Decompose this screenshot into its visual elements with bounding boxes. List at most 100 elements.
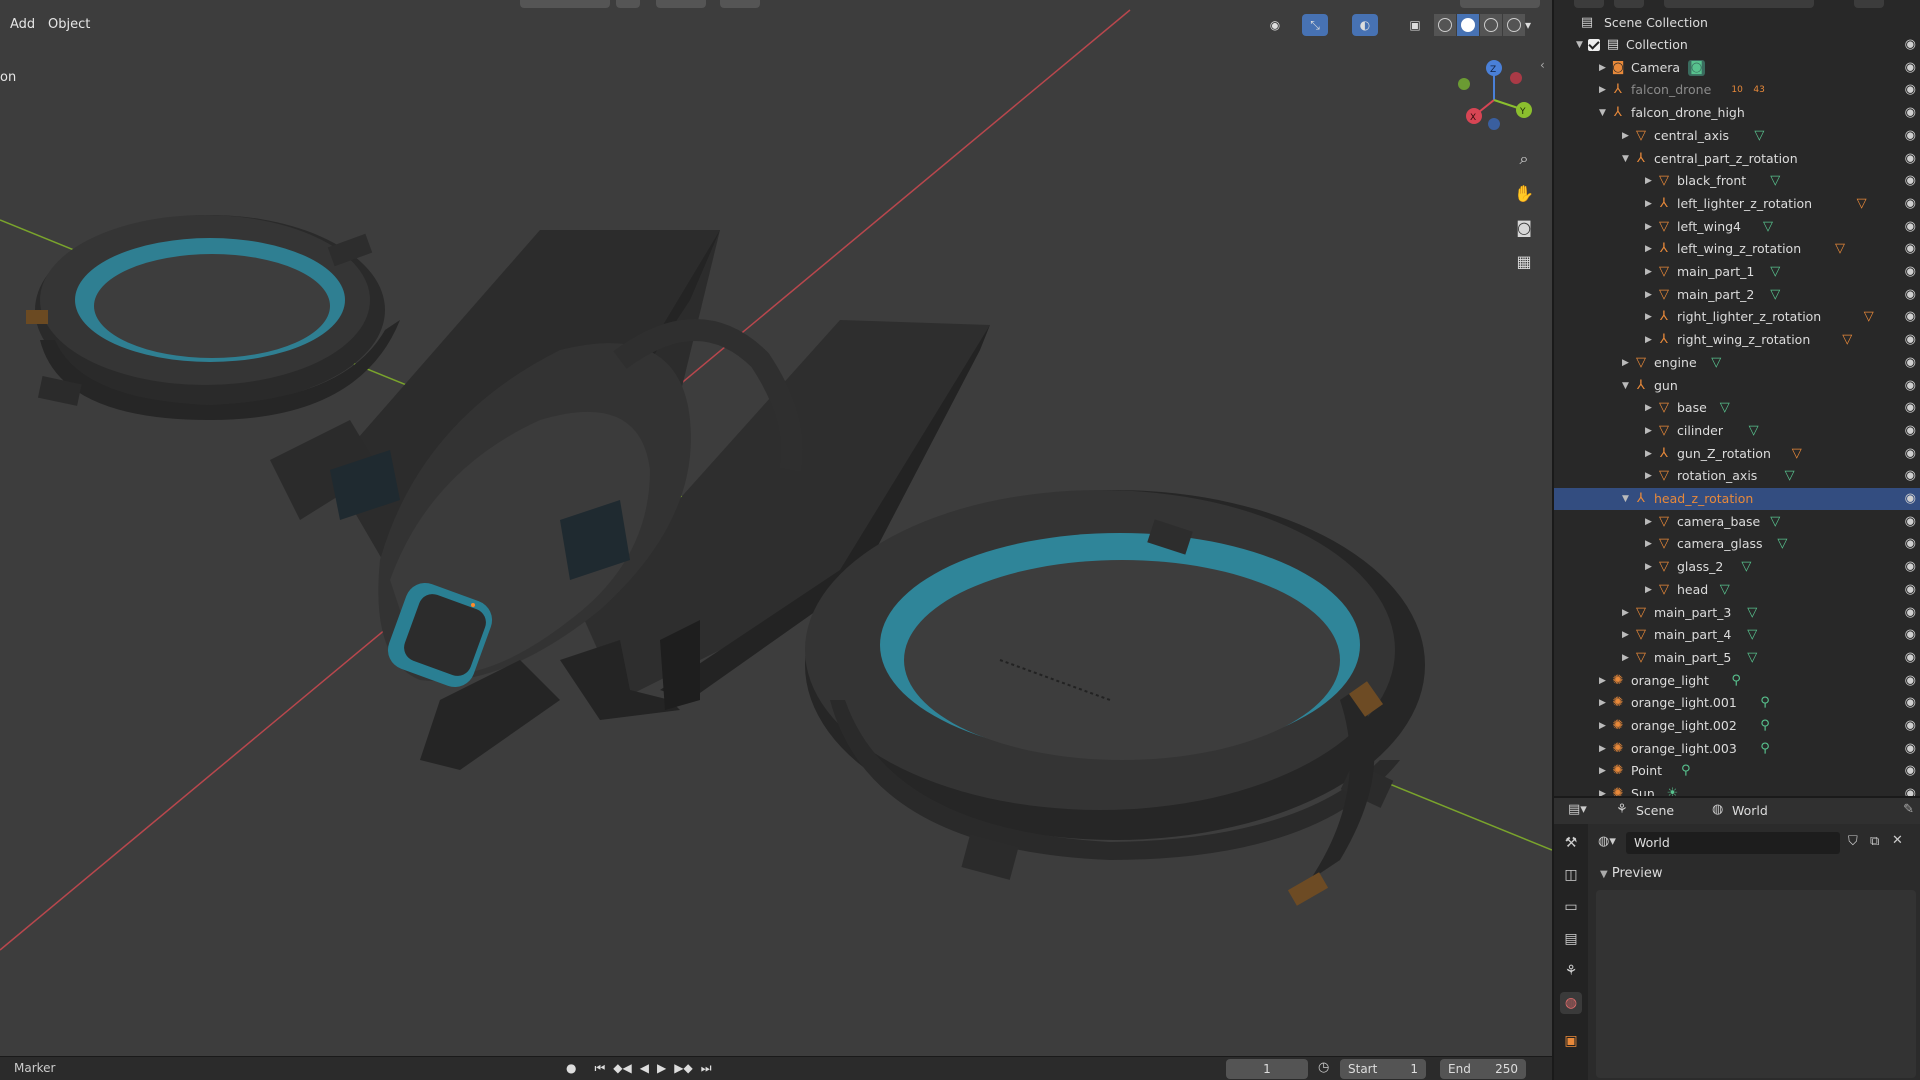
visibility-icon[interactable]: ◉ [1262,14,1288,36]
light-data-icon[interactable]: ☀ [1667,786,1679,796]
outliner-item-camera-glass[interactable]: ▶ ▽ camera_glass ▽ ◉ [1554,533,1920,555]
chevron-down-icon[interactable]: ▼ [1576,34,1586,56]
eye-visibility-icon[interactable]: ◉ [1905,465,1916,487]
light-data-icon[interactable]: ⚲ [1760,695,1770,711]
mesh-data-icon[interactable]: ▽ [1770,173,1780,189]
outliner-item-central-part-z-rotation[interactable]: ▼ ⅄ central_part_z_rotation ◉ [1554,148,1920,170]
camera-view-icon[interactable]: ◙ [1509,212,1539,242]
child-mesh-icon[interactable]: ▽ [1864,309,1874,325]
chevron-right-icon[interactable]: ▶ [1599,738,1609,760]
mesh-data-icon[interactable]: ▽ [1747,605,1757,621]
gizmo-toggle-icon[interactable]: ⤡ [1302,14,1328,36]
menu-add[interactable]: Add [4,14,41,36]
viewport-scene[interactable]: Z X Y [0,0,1552,1056]
pin-icon[interactable]: ✎ [1903,802,1914,817]
scene-properties-tab-icon[interactable]: ⚘ [1560,960,1582,982]
menu-object[interactable]: Object [42,14,96,36]
outliner-item-falcon-drone[interactable]: ▶ ⅄ falcon_drone 10 43 ◉ [1554,79,1920,101]
pivot-dropdown[interactable] [616,0,640,8]
object-tab-icon[interactable]: ▣ [1560,1030,1582,1052]
eye-visibility-icon[interactable]: ◉ [1905,352,1916,374]
eye-visibility-icon[interactable]: ◉ [1905,284,1916,306]
outliner-item-central-axis[interactable]: ▶ ▽ central_axis ▽ ◉ [1554,125,1920,147]
mesh-data-icon[interactable]: ▽ [1770,287,1780,303]
eye-visibility-icon[interactable]: ◉ [1905,102,1916,124]
eye-visibility-icon[interactable]: ◉ [1905,148,1916,170]
light-data-icon[interactable]: ⚲ [1681,763,1691,779]
world-tab[interactable]: World [1732,803,1768,818]
eye-visibility-icon[interactable]: ◉ [1905,533,1916,555]
zoom-icon[interactable]: ⌕ [1509,144,1539,174]
chevron-right-icon[interactable]: ▶ [1622,125,1632,147]
mesh-data-icon[interactable]: ▽ [1720,582,1730,598]
render-tab-icon[interactable]: ◫ [1560,864,1582,886]
outliner-item-cilinder[interactable]: ▶ ▽ cilinder ▽ ◉ [1554,420,1920,442]
outliner-item-main-part-1[interactable]: ▶ ▽ main_part_1 ▽ ◉ [1554,261,1920,283]
eye-visibility-icon[interactable]: ◉ [1905,34,1916,56]
chevron-down-icon[interactable]: ▼ [1622,375,1632,397]
light-data-icon[interactable]: ⚲ [1760,741,1770,757]
world-browse-icon[interactable]: ◍▾ [1598,834,1616,849]
chevron-right-icon[interactable]: ▶ [1645,420,1655,442]
chevron-down-icon[interactable]: ▼ [1599,102,1609,124]
outliner-item-left-wing4[interactable]: ▶ ▽ left_wing4 ▽ ◉ [1554,216,1920,238]
outliner-display-mode[interactable] [1574,0,1604,8]
chevron-right-icon[interactable]: ▶ [1599,692,1609,714]
outliner-item-gun[interactable]: ▼ ⅄ gun ◉ [1554,375,1920,397]
mesh-data-icon[interactable]: ▽ [1785,468,1795,484]
preview-section-header[interactable]: ▼ Preview [1600,866,1662,881]
eye-visibility-icon[interactable]: ◉ [1905,511,1916,533]
solid-shading-icon[interactable] [1457,14,1479,36]
outliner-item-right-lighter-z-rotation[interactable]: ▶ ⅄ right_lighter_z_rotation ▽ ◉ [1554,306,1920,328]
mesh-data-icon[interactable]: ▽ [1777,536,1787,552]
outliner-item-orange-light-001[interactable]: ▶ ✺ orange_light.001 ⚲ ◉ [1554,692,1920,714]
chevron-down-icon[interactable]: ▼ [1622,148,1632,170]
outliner-panel[interactable]: ▤ Scene Collection ▼ ▤ Collection ◉ ▶ ◙ Camera… [1552,0,1920,796]
mesh-data-icon[interactable]: ▽ [1741,559,1751,575]
prev-keyframe-icon[interactable]: ◆◀ [613,1061,631,1076]
outliner-item-black-front[interactable]: ▶ ▽ black_front ▽ ◉ [1554,170,1920,192]
start-frame-field[interactable]: Start 1 [1340,1059,1426,1079]
tool-tab-icon[interactable]: ⚒ [1560,832,1582,854]
child-mesh-icon[interactable]: ▽ [1835,241,1845,257]
eye-visibility-icon[interactable]: ◉ [1905,125,1916,147]
mesh-data-icon[interactable]: ▽ [1749,423,1759,439]
snap-toggle[interactable] [656,0,706,8]
chevron-right-icon[interactable]: ▶ [1645,443,1655,465]
eye-visibility-icon[interactable]: ◉ [1905,670,1916,692]
chevron-right-icon[interactable]: ▶ [1622,647,1632,669]
duplicate-icon[interactable]: ⧉ [1870,834,1879,849]
mesh-data-icon[interactable]: ▽ [1754,128,1764,144]
wireframe-shading-icon[interactable] [1434,14,1456,36]
eye-visibility-icon[interactable]: ◉ [1905,488,1916,510]
collection-enable-checkbox[interactable] [1588,39,1600,51]
child-mesh-icon[interactable]: ▽ [1857,196,1867,212]
jump-end-icon[interactable]: ⏭ [701,1061,712,1076]
eye-visibility-icon[interactable]: ◉ [1905,329,1916,351]
chevron-right-icon[interactable]: ▶ [1645,556,1655,578]
outliner-item-rotation-axis[interactable]: ▶ ▽ rotation_axis ▽ ◉ [1554,465,1920,487]
close-icon[interactable]: ✕ [1892,833,1903,848]
chevron-right-icon[interactable]: ▶ [1622,624,1632,646]
eye-visibility-icon[interactable]: ◉ [1905,420,1916,442]
eye-visibility-icon[interactable]: ◉ [1905,647,1916,669]
shading-options-chevron-icon[interactable]: ▾ [1520,14,1536,36]
end-frame-field[interactable]: End 250 [1440,1059,1526,1079]
world-name-field[interactable]: World [1626,832,1840,854]
output-tab-icon[interactable]: ▭ [1560,896,1582,918]
outliner-item-collection[interactable]: ▼ ▤ Collection ◉ [1554,34,1920,56]
next-keyframe-icon[interactable]: ▶◆ [674,1061,692,1076]
mesh-data-icon[interactable]: ▽ [1747,650,1757,666]
eye-visibility-icon[interactable]: ◉ [1905,715,1916,737]
chevron-right-icon[interactable]: ▶ [1645,533,1655,555]
eye-visibility-icon[interactable]: ◉ [1905,216,1916,238]
chevron-right-icon[interactable]: ▶ [1599,670,1609,692]
outliner-item-head[interactable]: ▶ ▽ head ▽ ◉ [1554,579,1920,601]
outliner-item-left-lighter-z-rotation[interactable]: ▶ ⅄ left_lighter_z_rotation ▽ ◉ [1554,193,1920,215]
outliner-search-input[interactable] [1664,0,1814,8]
eye-visibility-icon[interactable]: ◉ [1905,579,1916,601]
eye-visibility-icon[interactable]: ◉ [1905,306,1916,328]
chevron-right-icon[interactable]: ▶ [1645,306,1655,328]
chevron-right-icon[interactable]: ▶ [1599,760,1609,782]
scene-collection-row[interactable]: ▤ Scene Collection [1554,12,1920,34]
